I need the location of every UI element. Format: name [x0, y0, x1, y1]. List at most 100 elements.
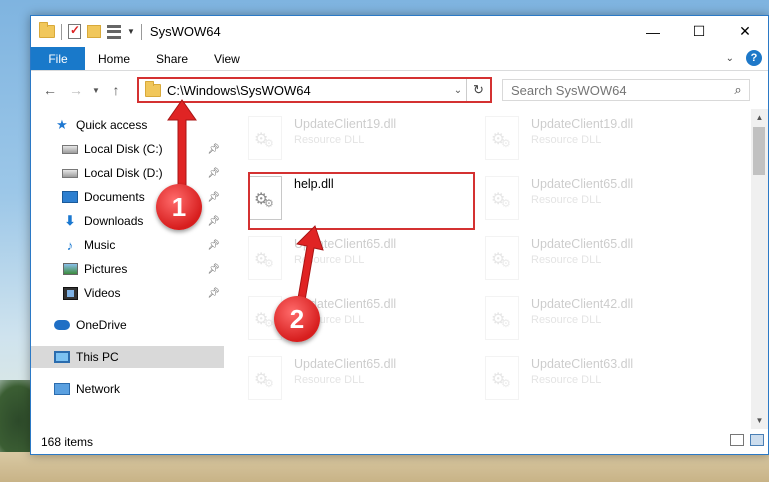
refresh-icon[interactable]: ↻: [466, 79, 490, 101]
help-icon[interactable]: ?: [746, 50, 762, 66]
details-view-icon[interactable]: [730, 434, 744, 446]
nav-item-pictures[interactable]: Pictures 📌︎: [31, 258, 224, 280]
file-name: UpdateClient65.dll: [531, 237, 634, 251]
file-type: Resource DLL: [294, 374, 365, 386]
file-item[interactable]: UpdateClient65.dllResource DLL: [238, 232, 468, 284]
file-item[interactable]: UpdateClient65.dllResource DLL: [238, 292, 468, 344]
file-item[interactable]: UpdateClient19.dll Resource DLL: [475, 112, 705, 164]
file-type: Resource DLL: [531, 314, 602, 326]
videos-icon: [62, 285, 78, 301]
search-box[interactable]: ⌕: [502, 79, 750, 101]
file-type: Resource DLL: [294, 134, 365, 146]
file-name: UpdateClient65.dll: [294, 237, 397, 251]
pin-icon[interactable]: 📌︎: [207, 192, 220, 203]
window-controls: — ☐ ✕: [630, 16, 768, 47]
file-item[interactable]: UpdateClient42.dll Resource DLL: [475, 292, 705, 344]
folder-icon: [145, 80, 161, 97]
recent-locations-icon[interactable]: ▼: [89, 86, 103, 95]
tab-home[interactable]: Home: [85, 47, 143, 70]
customize-view-icon[interactable]: [107, 24, 121, 39]
item-count: 168 items: [41, 434, 94, 449]
nav-item-label: Documents: [84, 190, 145, 204]
documents-icon: [62, 189, 78, 205]
new-folder-icon[interactable]: [87, 25, 101, 38]
nav-item-local-disk-d[interactable]: Local Disk (D:) 📌︎: [31, 162, 224, 184]
up-arrow-icon[interactable]: ↑: [103, 82, 129, 98]
minimize-button[interactable]: —: [630, 16, 676, 47]
nav-item-label: Network: [76, 382, 121, 396]
pin-icon[interactable]: 📌︎: [207, 168, 220, 179]
file-name: UpdateClient19.dll: [294, 117, 397, 131]
highlight-box: [248, 172, 475, 230]
tab-share[interactable]: Share: [143, 47, 201, 70]
ribbon-right-controls: ⌄ ?: [726, 50, 762, 66]
nav-item-local-disk-c[interactable]: Local Disk (C:) 📌︎: [31, 138, 224, 160]
status-bar: 168 items: [31, 429, 768, 454]
scroll-down-icon[interactable]: ▼: [751, 412, 768, 429]
properties-icon[interactable]: [68, 23, 81, 39]
music-icon: ♪: [66, 237, 74, 253]
explorer-window: ▼ SysWOW64 — ☐ ✕ File Home Share View ⌄ …: [30, 15, 769, 455]
nav-item-label: This PC: [76, 350, 119, 364]
vertical-scrollbar[interactable]: ▲ ▼: [751, 109, 768, 429]
onedrive-icon: [54, 317, 70, 333]
window-title: SysWOW64: [149, 24, 221, 39]
search-input[interactable]: [511, 82, 727, 98]
file-item[interactable]: UpdateClient65.dll Resource DLL: [238, 352, 468, 404]
chevron-down-icon[interactable]: ⌄: [450, 85, 466, 96]
file-list: UpdateClient19.dll Resource DLL UpdateCli…: [224, 109, 751, 429]
dll-file-icon: [248, 236, 282, 280]
pin-icon[interactable]: 📌︎: [207, 264, 220, 275]
nav-item-label: Quick access: [76, 118, 148, 132]
nav-item-label: Pictures: [84, 262, 128, 276]
file-name: UpdateClient19.dll: [531, 117, 634, 131]
file-type: Resource DLL: [531, 134, 602, 146]
background-sand: [0, 452, 769, 482]
tab-file[interactable]: File: [31, 47, 85, 70]
file-name: UpdateClient65.dll: [294, 357, 397, 371]
nav-item-label: OneDrive: [76, 318, 127, 332]
nav-item-onedrive[interactable]: OneDrive: [31, 314, 224, 336]
back-arrow-icon[interactable]: ←: [37, 82, 63, 98]
file-item[interactable]: UpdateClient63.dll Resource DLL: [475, 352, 705, 404]
dll-file-icon: [485, 176, 519, 220]
pin-icon[interactable]: 📌︎: [207, 240, 220, 251]
dll-file-icon: [485, 356, 519, 400]
nav-item-label: Videos: [84, 286, 121, 300]
file-item[interactable]: UpdateClient19.dll Resource DLL: [238, 112, 468, 164]
address-bar[interactable]: C:\Windows\SysWOW64 ⌄ ↻: [137, 77, 492, 103]
disk-icon: [62, 165, 78, 181]
large-icons-view-icon[interactable]: [750, 434, 764, 446]
ribbon-tabs: File Home Share View ⌄ ?: [31, 47, 768, 71]
step-2-badge: 2: [274, 296, 320, 342]
address-path[interactable]: C:\Windows\SysWOW64: [167, 83, 450, 98]
scroll-up-icon[interactable]: ▲: [751, 109, 768, 126]
pin-icon[interactable]: 📌︎: [207, 144, 220, 155]
file-type: Resource DLL: [531, 254, 602, 266]
dll-file-icon: [485, 116, 519, 160]
file-item[interactable]: UpdateClient65.dllResource DLL: [475, 172, 705, 224]
nav-item-network[interactable]: Network: [31, 378, 224, 400]
file-name: UpdateClient42.dll: [531, 297, 634, 311]
network-icon: [54, 381, 70, 397]
pin-icon[interactable]: 📌︎: [207, 288, 220, 299]
divider: [61, 23, 62, 40]
forward-arrow-icon[interactable]: →: [63, 82, 89, 98]
scroll-thumb[interactable]: [753, 127, 765, 175]
nav-item-quick-access[interactable]: ★ Quick access: [31, 114, 224, 136]
dll-file-icon: [485, 296, 519, 340]
dll-file-icon: [248, 116, 282, 160]
file-item[interactable]: UpdateClient65.dll Resource DLL: [475, 232, 705, 284]
expand-ribbon-icon[interactable]: ⌄: [726, 53, 734, 64]
pin-icon[interactable]: 📌︎: [207, 216, 220, 227]
tab-view[interactable]: View: [201, 47, 253, 70]
folder-icon: [39, 22, 55, 38]
nav-item-this-pc[interactable]: This PC: [31, 346, 224, 368]
close-button[interactable]: ✕: [722, 16, 768, 47]
nav-item-videos[interactable]: Videos 📌︎: [31, 282, 224, 304]
chevron-down-icon[interactable]: ▼: [127, 27, 135, 36]
content-area: ★ Quick access Local Disk (C:) 📌︎ Local …: [31, 109, 768, 429]
nav-item-music[interactable]: ♪ Music 📌︎: [31, 234, 224, 256]
maximize-button[interactable]: ☐: [676, 16, 722, 47]
search-icon[interactable]: ⌕: [727, 82, 749, 98]
